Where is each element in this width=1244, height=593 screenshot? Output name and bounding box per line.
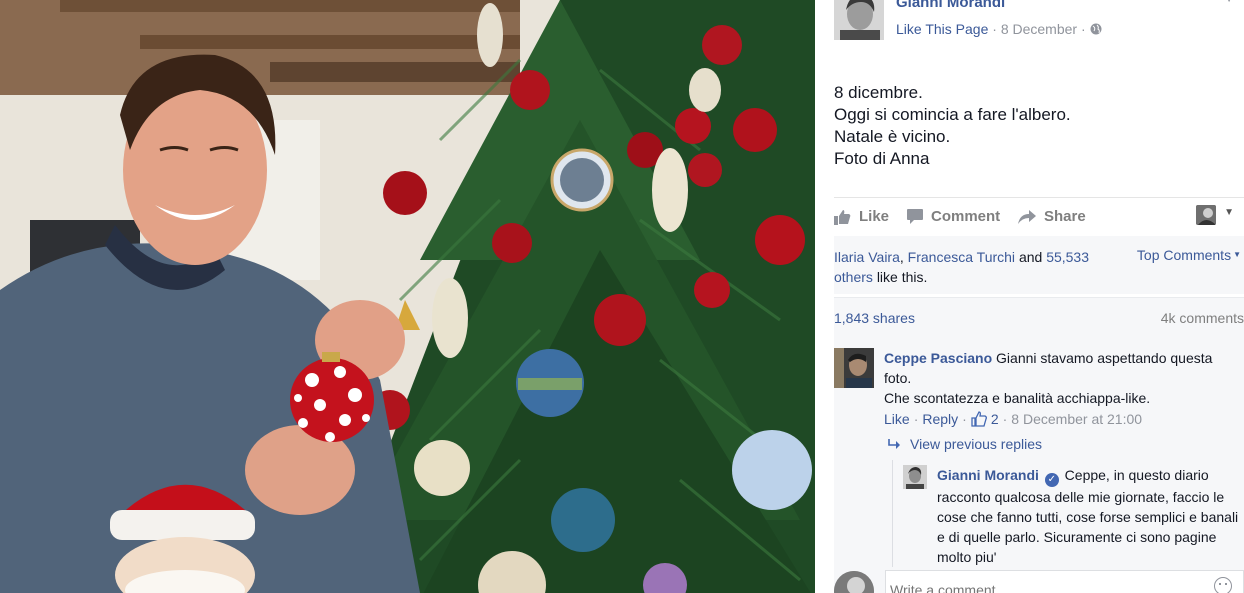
post-subheader: Like This Page · 8 December · [896, 21, 1102, 37]
thumbs-up-icon [834, 209, 851, 225]
view-previous-replies[interactable]: View previous replies [888, 436, 1042, 452]
page-name[interactable]: Gianni Morandi [896, 0, 1005, 11]
comment-label: Comment [931, 208, 1001, 225]
comment-avatar[interactable] [834, 348, 874, 388]
post-date[interactable]: 8 December [1001, 21, 1077, 37]
globe-icon [1090, 21, 1102, 37]
like-label: Like [859, 208, 890, 225]
speech-bubble-icon [907, 209, 923, 224]
comment-reply-link[interactable]: Reply [922, 411, 958, 427]
comment-timestamp[interactable]: 8 December at 21:00 [1011, 411, 1142, 427]
comments-count[interactable]: 4k comments [1161, 310, 1244, 326]
chevron-down-icon: ▼ [1233, 250, 1241, 259]
separator-dot: · [913, 411, 919, 427]
reply-arrow-icon [888, 438, 900, 449]
like-page-link[interactable]: Like This Page [896, 21, 988, 37]
write-comment-input[interactable] [885, 570, 1244, 593]
viewer-avatar [834, 571, 874, 593]
post-action-bar: Like Comment Share ▼ [834, 197, 1244, 237]
verified-badge-icon: ✓ [1044, 473, 1059, 487]
thumbs-up-icon [971, 411, 987, 427]
liker-name[interactable]: Francesca Turchi [908, 249, 1015, 265]
viewer-avatar[interactable] [1196, 205, 1216, 225]
smiley-icon[interactable] [1214, 577, 1232, 593]
comment-meta: Like · Reply · 2 · 8 December at 21:00 [884, 411, 1142, 427]
post-line: Oggi si comincia a fare l'albero. [834, 105, 1071, 124]
likes-text: Ilaria Vaira, Francesca Turchi and 55,53… [834, 247, 1094, 287]
comment-body: Ceppe Pasciano Gianni stavamo aspettando… [884, 348, 1214, 408]
likes-suffix: like this. [876, 269, 928, 285]
post-message: 8 dicembre. Oggi si comincia a fare l'al… [834, 82, 1071, 170]
comment-text: Che scontatezza e banalità acchiappa-lik… [884, 390, 1151, 406]
share-button[interactable]: Share [1018, 208, 1086, 225]
reply-body: Gianni Morandi ✓ Ceppe, in questo diario… [937, 465, 1244, 567]
share-label: Share [1044, 208, 1086, 225]
post-options-icon[interactable]: ▼ [1224, 0, 1234, 5]
comment-author[interactable]: Ceppe Pasciano [884, 350, 992, 366]
page-avatar[interactable] [834, 0, 884, 40]
top-comments-label: Top Comments [1136, 247, 1232, 263]
likes-and: and [1018, 249, 1043, 265]
shares-link[interactable]: 1,843 shares [834, 310, 915, 326]
write-comment-bar [834, 567, 1244, 593]
reply-thread-line [892, 460, 893, 567]
reply-author[interactable]: Gianni Morandi [937, 467, 1039, 483]
comment-button[interactable]: Comment [907, 208, 1000, 225]
post-line: Foto di Anna [834, 149, 930, 168]
likes-summary: Ilaria Vaira, Francesca Turchi and 55,53… [834, 236, 1244, 294]
separator-dot: · [962, 411, 967, 427]
comment-list: Ceppe Pasciano Gianni stavamo aspettando… [834, 338, 1244, 567]
post-line: 8 dicembre. [834, 83, 923, 102]
top-comments-dropdown[interactable]: Top Comments ▼ [1137, 247, 1241, 263]
post-line: Natale è vicino. [834, 127, 951, 146]
reply-avatar[interactable] [903, 465, 927, 489]
chevron-down-icon[interactable]: ▼ [1224, 207, 1234, 218]
share-arrow-icon [1018, 210, 1036, 224]
view-previous-label: View previous replies [910, 436, 1043, 452]
separator-dot: · [992, 21, 997, 37]
post-stats: 1,843 shares 4k comments [834, 297, 1244, 338]
comment-like-count[interactable]: 2 [991, 411, 999, 427]
post-photo[interactable] [0, 0, 815, 593]
post-side-panel: Gianni Morandi ▼ Like This Page · 8 Dece… [815, 0, 1244, 593]
liker-name[interactable]: Ilaria Vaira [834, 249, 900, 265]
christmas-tree-photo [0, 0, 815, 593]
likes-comma: , [899, 249, 904, 265]
comment-like-link[interactable]: Like [884, 411, 910, 427]
like-button[interactable]: Like [834, 208, 889, 225]
separator-dot: · [1080, 21, 1086, 37]
separator-dot: · [1002, 411, 1008, 427]
